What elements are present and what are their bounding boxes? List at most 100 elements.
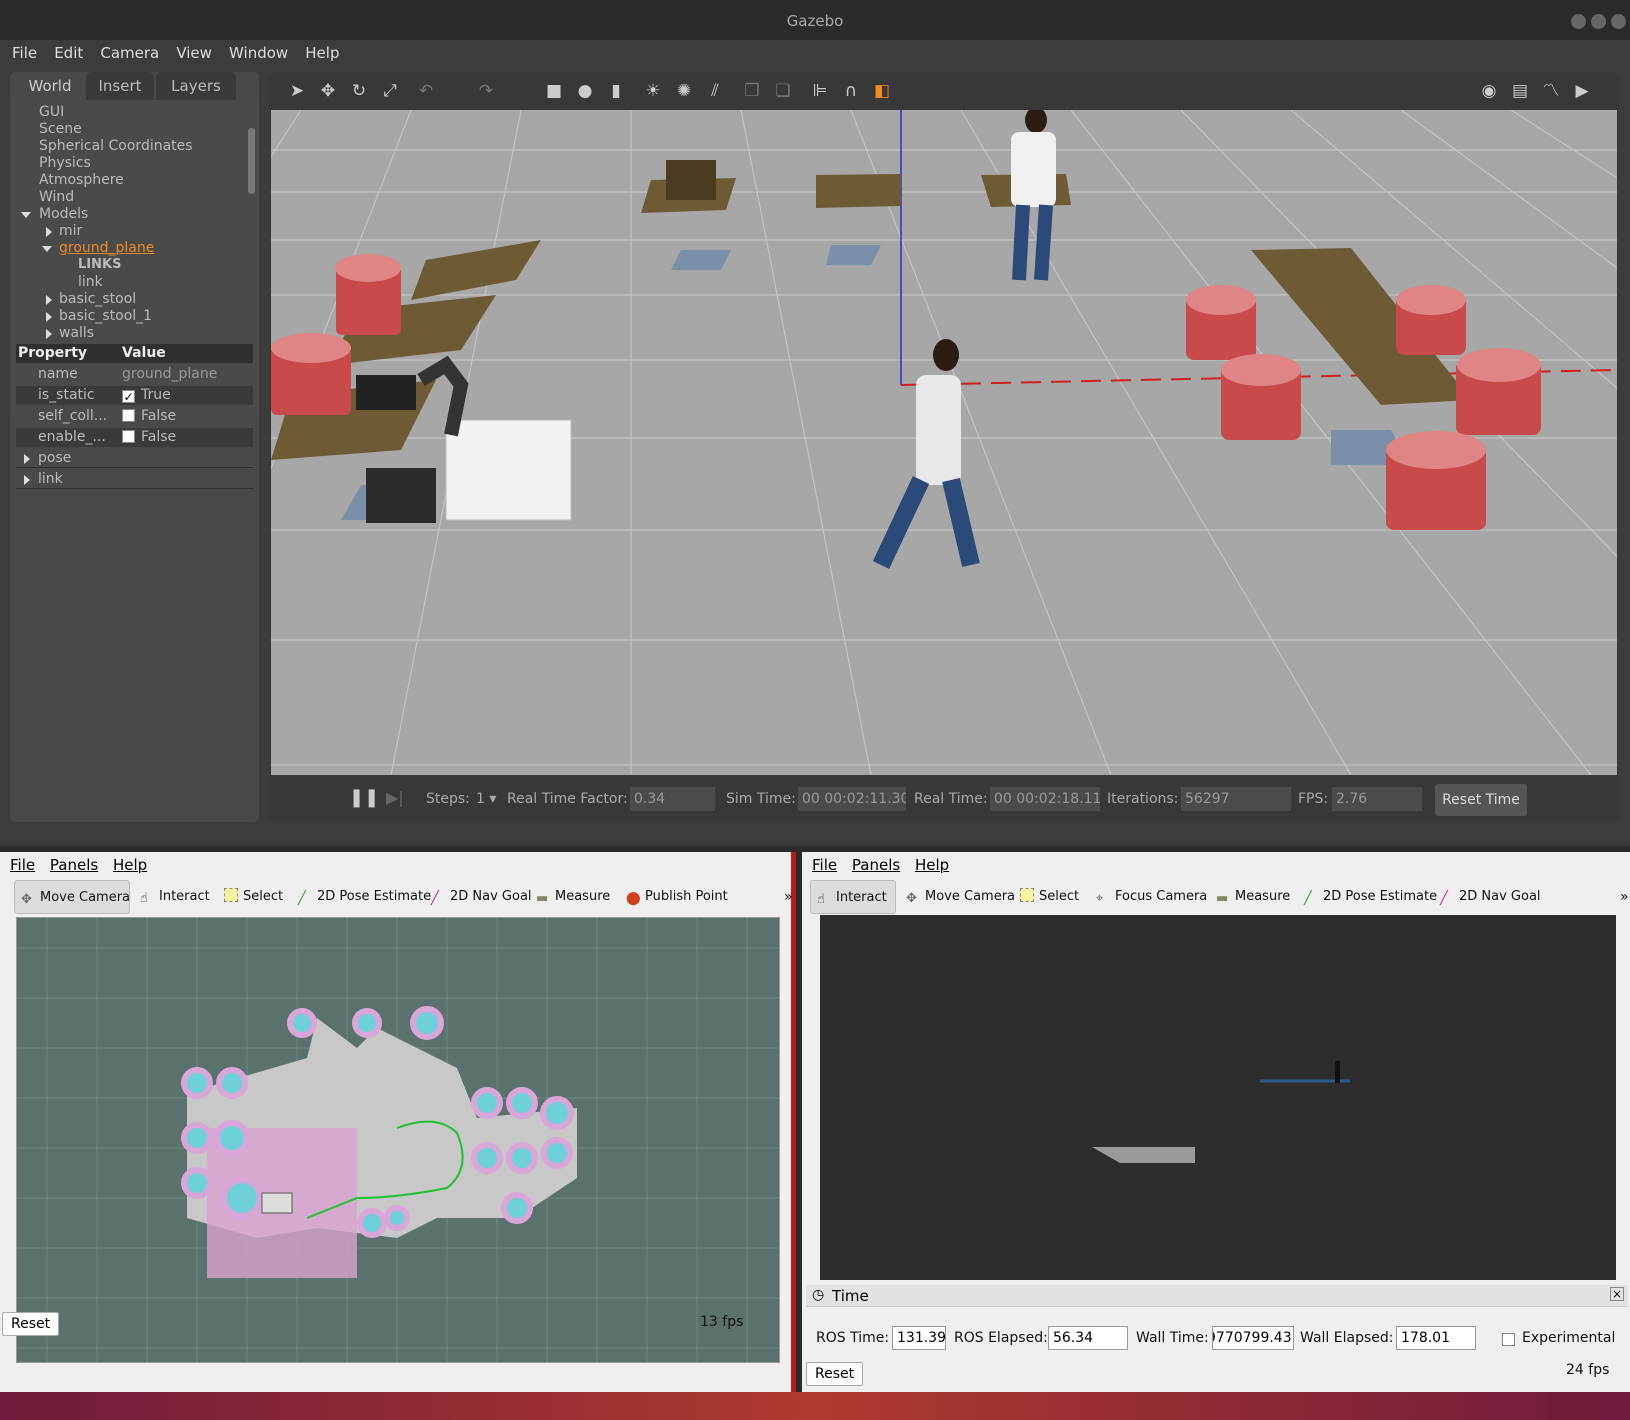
- checkbox-icon[interactable]: [122, 430, 135, 443]
- ros-time-field[interactable]: 131.39: [892, 1326, 946, 1350]
- experimental-checkbox[interactable]: [1502, 1333, 1515, 1346]
- log-icon[interactable]: ▤: [1510, 81, 1530, 101]
- tree-item-link[interactable]: link: [78, 274, 103, 290]
- spot-light-icon[interactable]: ✺: [674, 81, 694, 101]
- close-button[interactable]: [1611, 14, 1626, 29]
- tool-select[interactable]: Select: [218, 880, 283, 914]
- tool-2d-nav-goal[interactable]: ╱ 2D Nav Goal: [425, 880, 532, 914]
- menu-help[interactable]: Help: [905, 852, 949, 874]
- toolbar-overflow-icon[interactable]: »: [778, 880, 793, 914]
- scene-render[interactable]: [271, 110, 1617, 775]
- align-icon[interactable]: ⊫: [810, 81, 830, 101]
- menu-panels[interactable]: Panels: [842, 852, 900, 874]
- tool-move-camera[interactable]: ✥ Move Camera: [900, 880, 1015, 914]
- translate-icon[interactable]: ✥: [318, 81, 338, 101]
- view-angle-icon[interactable]: ◧: [872, 81, 892, 101]
- tree-item-gui[interactable]: GUI: [39, 104, 64, 120]
- steps-dropdown[interactable]: 1 ▾: [476, 791, 496, 807]
- tool-move-camera[interactable]: ✥ Move Camera: [14, 880, 130, 914]
- property-row[interactable]: is_static ✓ True: [16, 386, 253, 405]
- tab-layers[interactable]: Layers: [156, 72, 236, 100]
- tree-item-spherical[interactable]: Spherical Coordinates: [39, 138, 193, 154]
- tree-item-ground-plane[interactable]: ground_plane: [59, 240, 154, 256]
- tree-item-atmosphere[interactable]: Atmosphere: [39, 172, 124, 188]
- menu-file[interactable]: File: [802, 852, 837, 874]
- menu-help[interactable]: Help: [293, 38, 339, 65]
- tool-2d-pose-estimate[interactable]: ╱ 2D Pose Estimate: [292, 880, 431, 914]
- copy-icon[interactable]: ❐: [742, 81, 762, 101]
- tool-2d-pose-estimate[interactable]: ╱ 2D Pose Estimate: [1298, 880, 1437, 914]
- tree-item-basic-stool[interactable]: basic_stool: [59, 291, 136, 307]
- tree-item-wind[interactable]: Wind: [39, 189, 74, 205]
- step-icon[interactable]: ▶|: [386, 788, 404, 807]
- point-light-icon[interactable]: ☀: [643, 81, 663, 101]
- rotate-icon[interactable]: ↻: [349, 81, 369, 101]
- pause-icon[interactable]: ❚❚: [349, 787, 379, 808]
- screenshot-icon[interactable]: ◉: [1479, 81, 1499, 101]
- redo-icon[interactable]: ↷: [476, 81, 496, 101]
- menu-window[interactable]: Window: [217, 38, 288, 65]
- tree-item-mir[interactable]: mir: [59, 223, 82, 239]
- wall-time-field[interactable]: 9770799.43: [1212, 1326, 1294, 1350]
- property-expander-link[interactable]: link: [16, 470, 253, 489]
- tab-insert[interactable]: Insert: [86, 72, 154, 100]
- cylinder-shape-icon[interactable]: ▮: [606, 81, 626, 101]
- tree-item-scene[interactable]: Scene: [39, 121, 82, 137]
- ros-elapsed-field[interactable]: 56.34: [1048, 1326, 1128, 1350]
- box-shape-icon[interactable]: ■: [544, 81, 564, 101]
- menu-file[interactable]: File: [0, 38, 37, 65]
- sphere-shape-icon[interactable]: ●: [575, 81, 595, 101]
- wall-elapsed-field[interactable]: 178.01: [1396, 1326, 1476, 1350]
- undo-icon[interactable]: ↶: [416, 81, 436, 101]
- expand-icon[interactable]: [46, 329, 52, 339]
- paste-icon[interactable]: ❏: [773, 81, 793, 101]
- collapse-icon[interactable]: [42, 246, 52, 252]
- rviz-left-map-view[interactable]: [16, 917, 780, 1363]
- tool-2d-nav-goal[interactable]: ╱ 2D Nav Goal: [1434, 880, 1541, 914]
- tool-select[interactable]: Select: [1014, 880, 1079, 914]
- rviz-right-window: File Panels Help ☝ Interact ✥ Move Camera …: [802, 852, 1630, 1392]
- tree-item-walls[interactable]: walls: [59, 325, 94, 341]
- menu-edit[interactable]: Edit: [42, 38, 83, 65]
- directional-light-icon[interactable]: ⫽: [705, 81, 725, 101]
- tree-scrollbar[interactable]: [248, 128, 255, 194]
- maximize-button[interactable]: [1591, 14, 1606, 29]
- tab-world[interactable]: World: [16, 72, 84, 100]
- menu-panels[interactable]: Panels: [40, 852, 98, 874]
- expand-icon[interactable]: [46, 295, 52, 305]
- rviz-right-3d-view[interactable]: [820, 915, 1616, 1280]
- property-row[interactable]: name ground_plane: [16, 365, 253, 384]
- tool-publish-point[interactable]: ⬤ Publish Point: [620, 880, 728, 914]
- checkbox-icon[interactable]: [122, 409, 135, 422]
- tool-interact[interactable]: ☝ Interact: [810, 880, 896, 914]
- collapse-icon[interactable]: [21, 212, 31, 218]
- expand-icon[interactable]: [46, 227, 52, 237]
- snap-icon[interactable]: ∩: [841, 81, 861, 101]
- property-expander-pose[interactable]: pose: [16, 449, 253, 468]
- tree-item-basic-stool-1[interactable]: basic_stool_1: [59, 308, 152, 324]
- plot-icon[interactable]: 〽: [1541, 81, 1561, 101]
- reset-button[interactable]: Reset: [2, 1312, 60, 1336]
- property-row[interactable]: enable_... False: [16, 428, 253, 447]
- tree-item-models[interactable]: Models: [39, 206, 88, 222]
- tool-interact[interactable]: ☝ Interact: [134, 880, 210, 914]
- menu-file[interactable]: File: [0, 852, 35, 874]
- select-arrow-icon[interactable]: ➤: [287, 81, 307, 101]
- video-record-icon[interactable]: ▶: [1572, 81, 1592, 101]
- tool-measure[interactable]: ▬ Measure: [1210, 880, 1290, 914]
- property-row[interactable]: self_coll... False: [16, 407, 253, 426]
- menu-help[interactable]: Help: [103, 852, 147, 874]
- scale-icon[interactable]: ⤢: [380, 81, 400, 101]
- reset-button[interactable]: Reset: [806, 1362, 864, 1386]
- tool-measure[interactable]: ▬ Measure: [530, 880, 610, 914]
- reset-time-button[interactable]: Reset Time: [1435, 784, 1527, 816]
- menu-camera[interactable]: Camera: [88, 38, 159, 65]
- menu-view[interactable]: View: [164, 38, 212, 65]
- expand-icon[interactable]: [46, 312, 52, 322]
- tree-item-physics[interactable]: Physics: [39, 155, 91, 171]
- toolbar-overflow-icon[interactable]: »: [1614, 880, 1629, 914]
- tool-focus-camera[interactable]: ⌖ Focus Camera: [1090, 880, 1207, 914]
- close-panel-icon[interactable]: ×: [1610, 1287, 1624, 1301]
- checkbox-icon[interactable]: ✓: [122, 390, 135, 403]
- minimize-button[interactable]: [1571, 14, 1586, 29]
